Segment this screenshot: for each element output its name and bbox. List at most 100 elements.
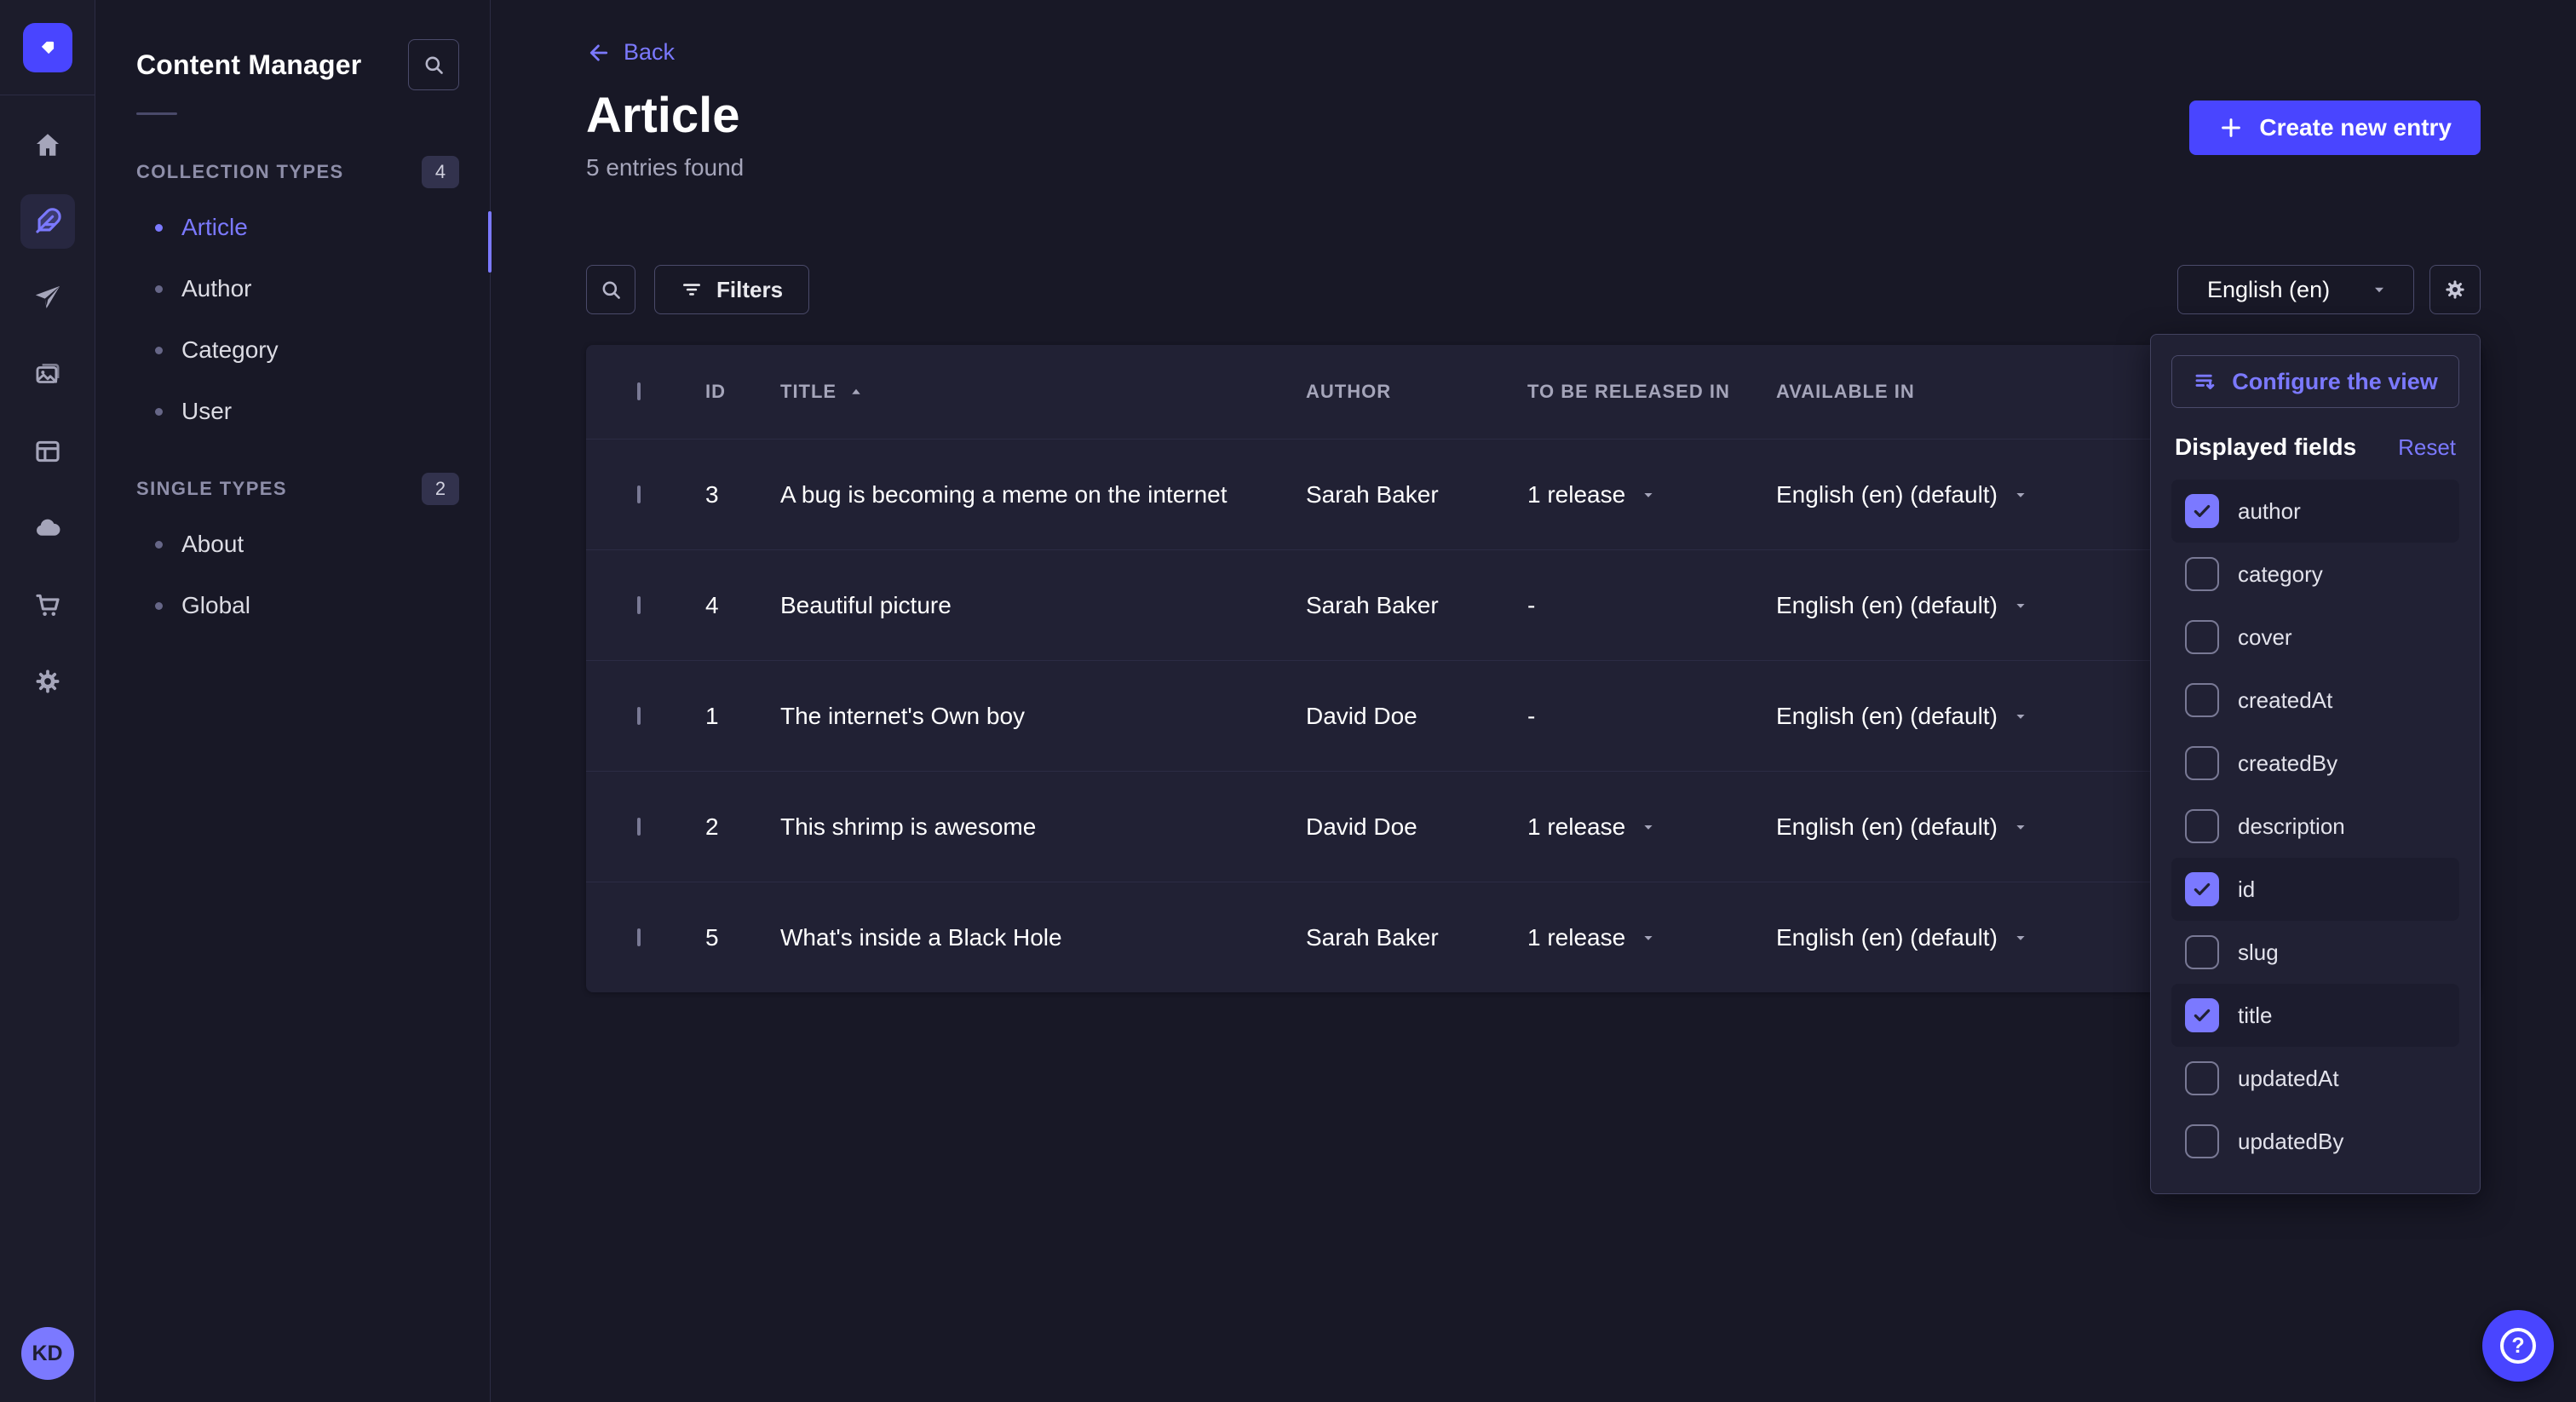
sidebar-collection-type-item[interactable]: Author	[136, 258, 459, 319]
field-label: cover	[2238, 624, 2292, 651]
field-toggle-row[interactable]: author	[2171, 480, 2459, 543]
create-new-entry-label: Create new entry	[2259, 114, 2452, 141]
chevron-down-icon	[2011, 818, 2030, 836]
reset-button[interactable]: Reset	[2398, 434, 2456, 461]
collection-types-heading: COLLECTION TYPES	[136, 161, 344, 183]
field-checkbox[interactable]	[2185, 935, 2219, 969]
sidebar-single-type-item[interactable]: Global	[136, 575, 459, 636]
search-icon	[422, 53, 446, 77]
sidebar-item-label: User	[181, 398, 232, 425]
view-settings-gear-button[interactable]	[2429, 265, 2481, 314]
sidebar-collection-type-item[interactable]: Article	[136, 197, 459, 258]
checkmark-icon	[2191, 500, 2213, 522]
field-label: slug	[2238, 939, 2279, 966]
field-checkbox[interactable]	[2185, 557, 2219, 591]
field-label: category	[2238, 561, 2323, 588]
settings-gear-icon[interactable]	[20, 654, 75, 709]
cell-released[interactable]: -	[1527, 592, 1776, 619]
plus-icon	[2218, 115, 2244, 141]
field-toggle-row[interactable]: id	[2171, 858, 2459, 921]
locale-value: English (en)	[2207, 277, 2330, 303]
filters-label: Filters	[716, 277, 783, 303]
cell-released[interactable]: -	[1527, 703, 1776, 730]
row-checkbox[interactable]	[637, 818, 641, 836]
field-toggle-row[interactable]: createdAt	[2171, 669, 2459, 732]
cell-id: 5	[705, 924, 780, 951]
row-checkbox[interactable]	[637, 596, 641, 614]
sidebar-item-label: About	[181, 531, 244, 558]
field-toggle-row[interactable]: cover	[2171, 606, 2459, 669]
chevron-down-icon	[1639, 818, 1658, 836]
bullet-icon	[155, 347, 163, 354]
sidebar-item-label: Category	[181, 336, 279, 364]
releases-paper-plane-icon[interactable]	[20, 271, 75, 325]
field-toggle-row[interactable]: slug	[2171, 921, 2459, 984]
column-header-released[interactable]: TO BE RELEASED IN	[1527, 381, 1776, 403]
field-checkbox[interactable]	[2185, 872, 2219, 906]
field-toggle-row[interactable]: description	[2171, 795, 2459, 858]
row-checkbox[interactable]	[637, 707, 641, 725]
sidebar-single-type-item[interactable]: About	[136, 514, 459, 575]
sidebar-collection-type-item[interactable]: User	[136, 381, 459, 442]
sort-ascending-icon	[847, 382, 865, 401]
home-icon[interactable]	[20, 118, 75, 172]
cell-title: This shrimp is awesome	[780, 813, 1306, 841]
field-label: id	[2238, 876, 2255, 903]
configure-view-button[interactable]: Configure the view	[2171, 355, 2459, 408]
row-checkbox[interactable]	[637, 486, 641, 503]
column-header-author[interactable]: AUTHOR	[1306, 381, 1527, 403]
field-checkbox[interactable]	[2185, 620, 2219, 654]
content-manager-feather-icon[interactable]	[20, 194, 75, 249]
single-types-list: About Global	[136, 514, 459, 636]
table-search-button[interactable]	[586, 265, 635, 314]
create-new-entry-button[interactable]: Create new entry	[2189, 101, 2481, 155]
marketplace-cart-icon[interactable]	[20, 577, 75, 632]
field-toggle-row[interactable]: createdBy	[2171, 732, 2459, 795]
field-checkbox[interactable]	[2185, 809, 2219, 843]
back-link[interactable]: Back	[586, 39, 675, 66]
field-checkbox[interactable]	[2185, 1061, 2219, 1095]
field-label: title	[2238, 1003, 2272, 1029]
content-type-builder-layout-icon[interactable]	[20, 424, 75, 479]
cell-released[interactable]: 1 release	[1527, 481, 1776, 509]
field-label: updatedAt	[2238, 1066, 2339, 1092]
field-checkbox[interactable]	[2185, 683, 2219, 717]
field-label: createdAt	[2238, 687, 2332, 714]
strapi-logo-icon[interactable]	[23, 23, 72, 72]
field-toggle-row[interactable]: title	[2171, 984, 2459, 1047]
cell-released[interactable]: 1 release	[1527, 924, 1776, 951]
bullet-icon	[155, 224, 163, 232]
deploy-cloud-icon[interactable]	[20, 501, 75, 555]
media-library-images-icon[interactable]	[20, 348, 75, 402]
cell-released[interactable]: 1 release	[1527, 813, 1776, 841]
cell-id: 1	[705, 703, 780, 730]
field-toggle-row[interactable]: updatedBy	[2171, 1110, 2459, 1173]
field-checkbox[interactable]	[2185, 1124, 2219, 1158]
cell-id: 2	[705, 813, 780, 841]
help-button[interactable]: ?	[2482, 1310, 2554, 1382]
checkmark-icon	[2191, 1004, 2213, 1026]
field-checkbox[interactable]	[2185, 494, 2219, 528]
field-toggle-row[interactable]: updatedAt	[2171, 1047, 2459, 1110]
avatar[interactable]: KD	[21, 1327, 74, 1380]
select-all-checkbox[interactable]	[637, 382, 641, 400]
column-header-id[interactable]: ID	[705, 381, 780, 403]
nav-rail: KD	[0, 0, 95, 1402]
field-checkbox[interactable]	[2185, 998, 2219, 1032]
displayed-fields-heading: Displayed fields	[2175, 434, 2356, 461]
question-mark-icon: ?	[2500, 1328, 2536, 1364]
field-label: author	[2238, 498, 2301, 525]
search-icon	[599, 278, 623, 302]
column-header-title[interactable]: TITLE	[780, 381, 1306, 403]
sidebar-search-button[interactable]	[408, 39, 459, 90]
gear-icon	[2442, 277, 2468, 302]
sidebar-collection-type-item[interactable]: Category	[136, 319, 459, 381]
bullet-icon	[155, 285, 163, 293]
toolbar: Filters English (en)	[586, 265, 2481, 314]
row-checkbox[interactable]	[637, 928, 641, 946]
field-toggle-row[interactable]: category	[2171, 543, 2459, 606]
field-checkbox[interactable]	[2185, 746, 2219, 780]
chevron-down-icon	[2011, 486, 2030, 504]
locale-select[interactable]: English (en)	[2177, 265, 2414, 314]
filters-button[interactable]: Filters	[654, 265, 809, 314]
